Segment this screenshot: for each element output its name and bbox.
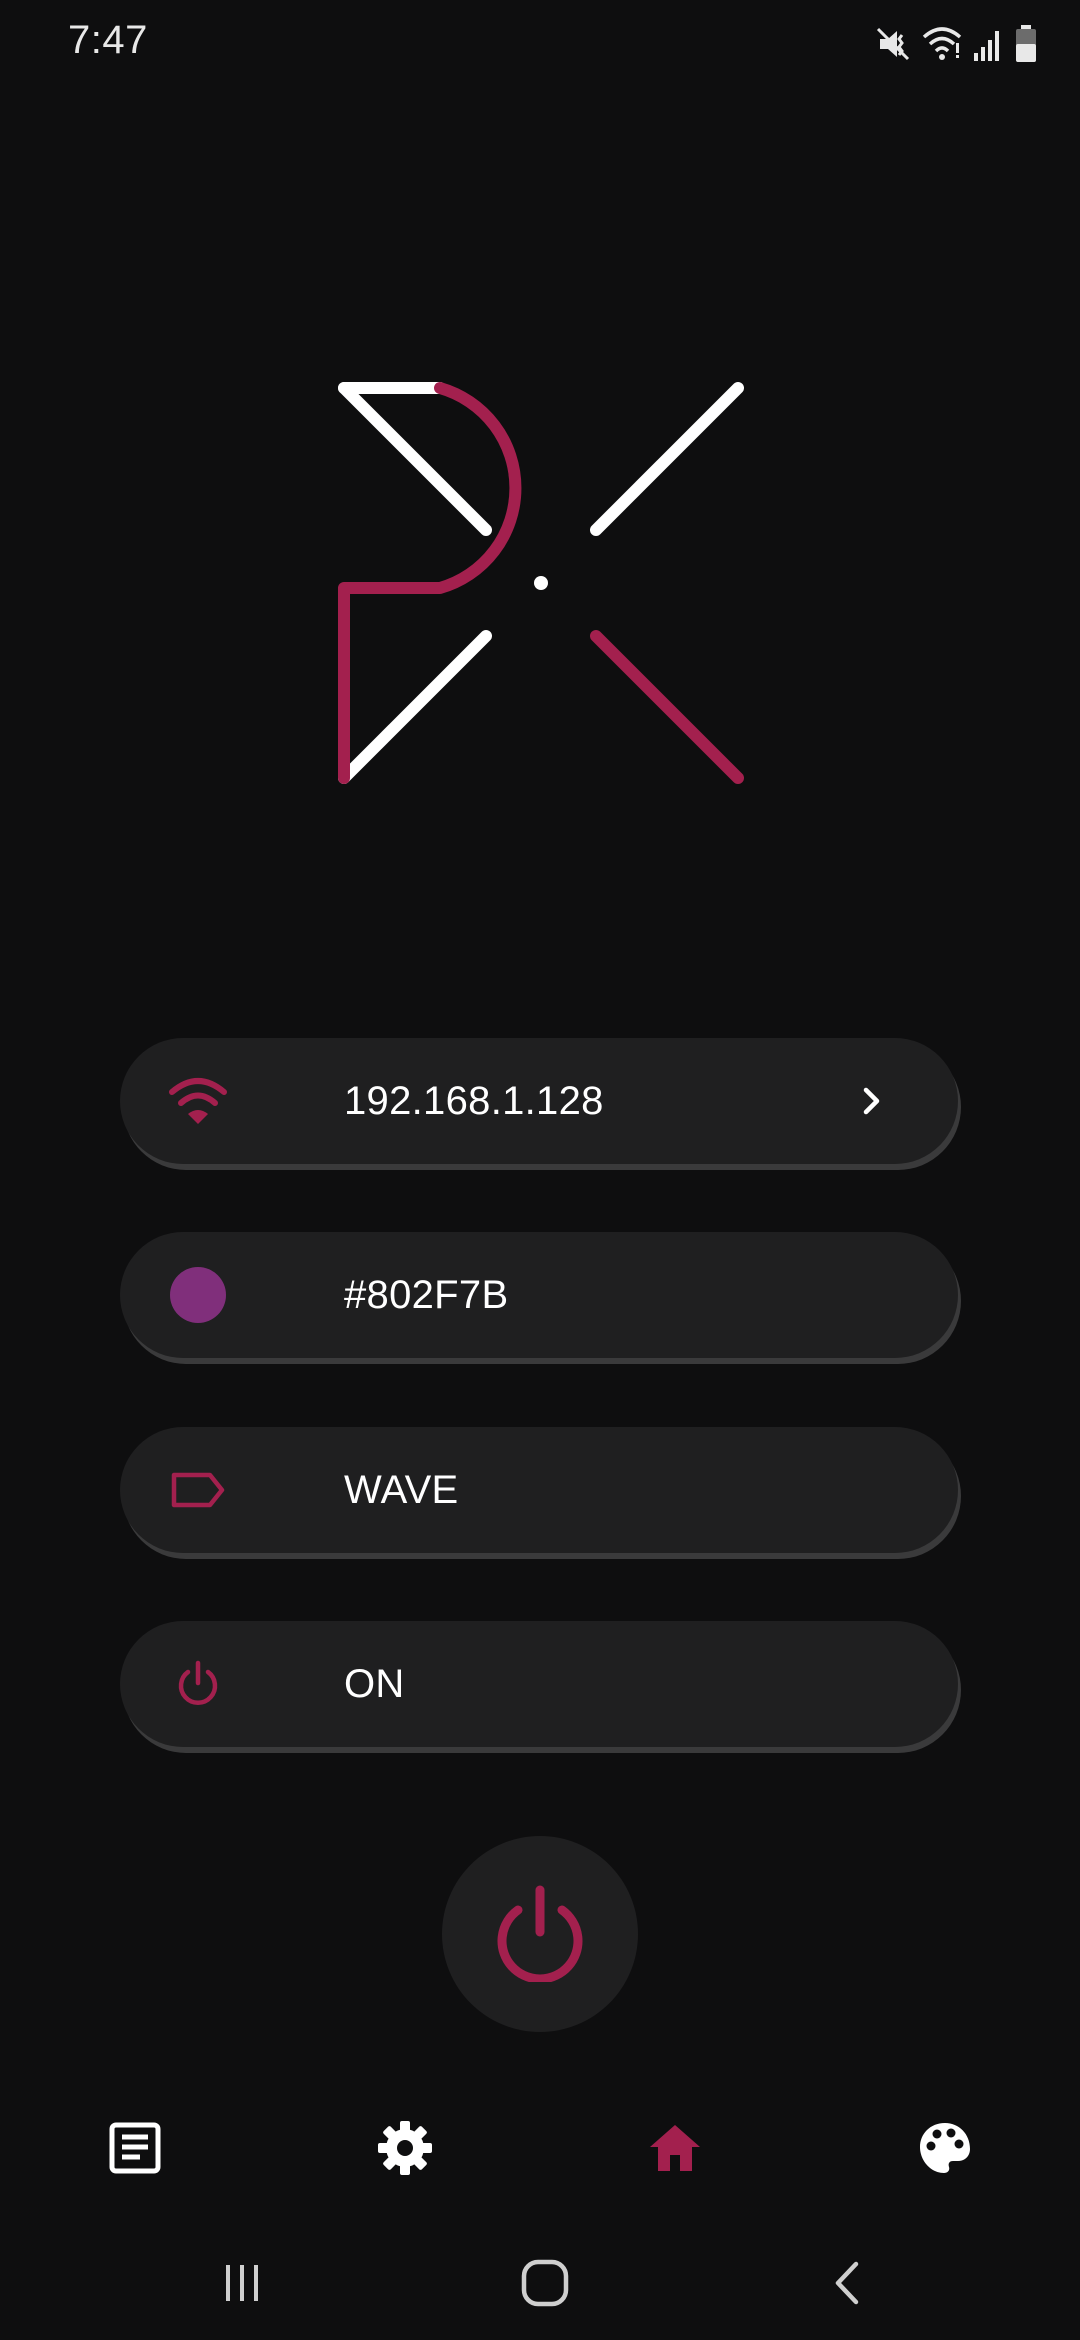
document-icon [108, 2121, 162, 2180]
mute-vibrate-icon [874, 25, 912, 63]
power-state-row[interactable]: ON [120, 1621, 958, 1747]
mode-label: WAVE [344, 1467, 459, 1512]
status-time: 7:47 [68, 18, 148, 62]
nav-palette[interactable] [910, 2115, 980, 2185]
power-state-label: ON [344, 1661, 405, 1706]
nav-home[interactable] [640, 2115, 710, 2185]
recents-icon [218, 2259, 266, 2312]
system-nav-bar [0, 2230, 1080, 2340]
home-circle-icon [520, 2258, 570, 2313]
gear-icon [376, 2119, 434, 2182]
color-label: #802F7B [344, 1272, 509, 1317]
chevron-right-icon [852, 1081, 892, 1121]
status-bar: 7:47 [0, 0, 1080, 86]
color-dot-icon [168, 1265, 228, 1325]
battery-icon [1014, 24, 1038, 64]
color-row[interactable]: #802F7B [120, 1232, 958, 1358]
bottom-nav [0, 2095, 1080, 2205]
status-icons [874, 22, 1038, 66]
wifi-icon [922, 25, 962, 63]
mode-row[interactable]: WAVE [120, 1427, 958, 1553]
power-toggle-button[interactable] [442, 1836, 638, 2032]
recents-button[interactable] [207, 2250, 277, 2320]
tag-icon [168, 1460, 228, 1520]
signal-icon [972, 25, 1004, 63]
power-icon [168, 1654, 228, 1714]
home-icon [646, 2121, 704, 2180]
nav-log[interactable] [100, 2115, 170, 2185]
system-home-button[interactable] [510, 2250, 580, 2320]
ip-address-label: 192.168.1.128 [344, 1078, 604, 1123]
back-button[interactable] [813, 2250, 883, 2320]
px-logo [330, 370, 750, 790]
palette-icon [916, 2119, 974, 2182]
wifi-icon [168, 1071, 228, 1131]
back-icon [828, 2258, 868, 2313]
ip-address-row[interactable]: 192.168.1.128 [120, 1038, 958, 1164]
power-icon [492, 1882, 588, 1987]
nav-settings[interactable] [370, 2115, 440, 2185]
